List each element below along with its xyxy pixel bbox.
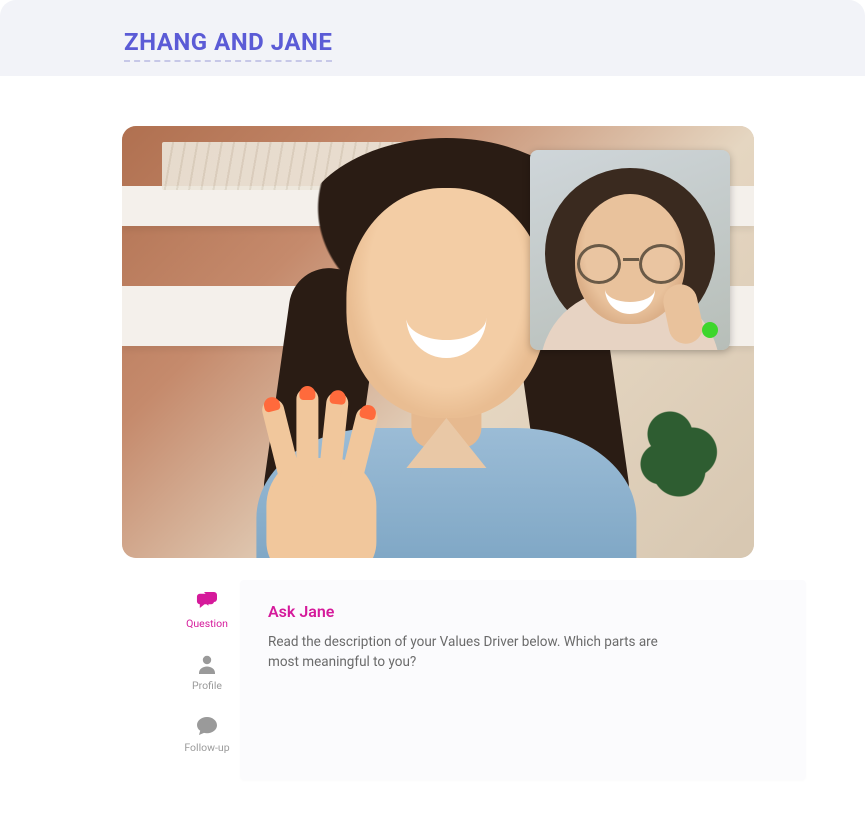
wave-hand-icon <box>256 388 396 558</box>
chat-bubbles-icon <box>195 590 219 614</box>
chat-ellipsis-icon <box>195 714 219 738</box>
glasses-icon <box>575 244 685 284</box>
pip-participant-avatar <box>530 150 730 350</box>
user-icon <box>195 652 219 676</box>
tab-profile[interactable]: Profile <box>174 652 240 692</box>
header-bar: ZHANG AND JANE <box>0 0 865 76</box>
tab-follow-up[interactable]: Follow-up <box>174 714 240 754</box>
question-card: Ask Jane Read the description of your Va… <box>240 580 806 780</box>
tab-question[interactable]: Question <box>174 590 240 630</box>
card-body: Read the description of your Values Driv… <box>268 633 668 672</box>
video-call-frame[interactable] <box>122 126 754 558</box>
side-tabs: Question Profile Follow-up <box>174 580 240 780</box>
page-title: ZHANG AND JANE <box>124 28 332 62</box>
content-area: Question Profile Follow-up Ask Jane Read… <box>0 76 865 780</box>
status-indicator <box>702 322 718 338</box>
pip-self-view[interactable] <box>530 150 730 350</box>
tab-label: Question <box>186 617 228 630</box>
conversation-panel: Question Profile Follow-up Ask Jane Read… <box>174 580 806 780</box>
tab-label: Profile <box>192 679 222 692</box>
tab-label: Follow-up <box>184 741 229 754</box>
card-title: Ask Jane <box>268 602 778 621</box>
